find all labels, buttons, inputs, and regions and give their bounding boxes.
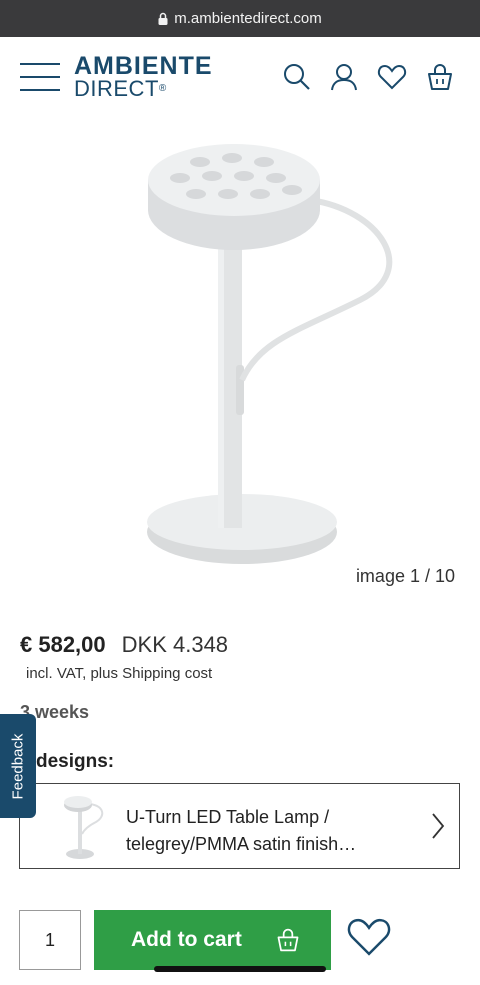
image-counter: image 1 / 10 <box>355 566 455 586</box>
feedback-tab[interactable]: Feedback <box>0 714 36 818</box>
heart-icon[interactable] <box>377 62 407 92</box>
add-to-cart-label: Add to cart <box>131 928 242 951</box>
add-to-cart-button[interactable]: Add to cart <box>94 910 331 970</box>
chevron-right-icon <box>432 813 445 839</box>
basket-icon[interactable] <box>425 62 455 92</box>
vat-note[interactable]: incl. VAT, plus Shipping cost <box>26 665 212 682</box>
quantity-input[interactable]: 1 <box>19 910 81 970</box>
basket-icon <box>277 928 299 952</box>
feedback-label: Feedback <box>9 733 27 799</box>
variant-thumbnail <box>64 796 104 859</box>
site-header: AMBIENTE DIRECT® <box>0 37 480 120</box>
logo-line1: AMBIENTE <box>74 52 213 80</box>
product-image-gallery[interactable]: image 1 / 10 <box>0 120 480 600</box>
variant-selector[interactable]: U-Turn LED Table Lamp / telegrey/PMMA sa… <box>19 783 460 869</box>
user-icon[interactable] <box>329 62 359 92</box>
lamp-image <box>147 144 393 564</box>
price-eur: € 582,00 <box>20 632 106 657</box>
search-icon[interactable] <box>282 62 312 92</box>
wishlist-heart-icon[interactable] <box>345 914 393 965</box>
price-dkk: DKK 4.348 <box>121 632 229 657</box>
menu-icon[interactable] <box>20 61 60 93</box>
logo[interactable]: AMBIENTE DIRECT® <box>74 54 213 100</box>
price-block: € 582,00 DKK 4.348 <box>20 632 228 658</box>
designs-label: designs: <box>36 751 115 772</box>
lock-icon <box>158 12 168 25</box>
url-text: m.ambientedirect.com <box>174 10 322 27</box>
browser-url-bar[interactable]: m.ambientedirect.com <box>0 0 480 37</box>
home-indicator <box>154 966 326 972</box>
logo-line2: DIRECT® <box>74 76 167 101</box>
variant-name: U-Turn LED Table Lamp / telegrey/PMMA sa… <box>126 807 357 854</box>
